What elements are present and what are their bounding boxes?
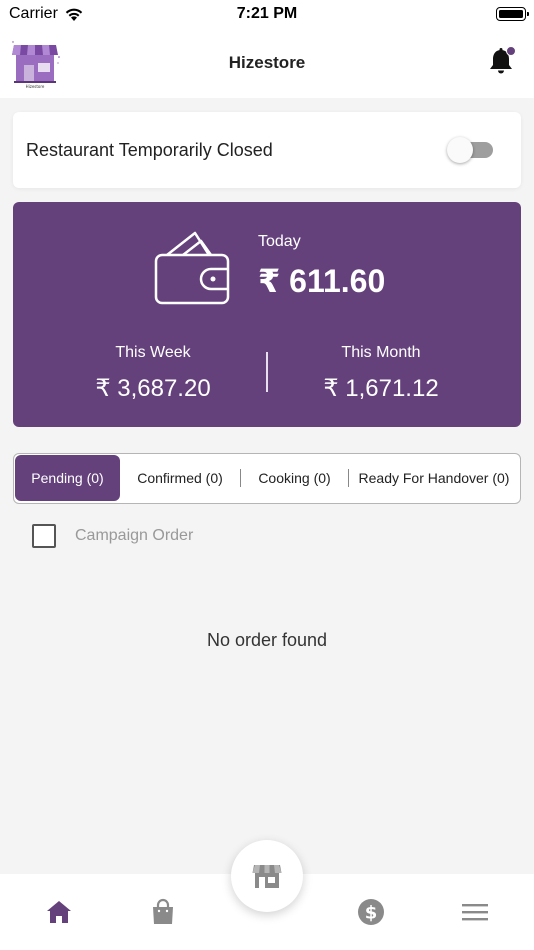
campaign-order-checkbox[interactable]: [32, 524, 56, 548]
menu-icon[interactable]: [461, 898, 489, 926]
store-fab-button[interactable]: [231, 840, 303, 912]
campaign-order-filter[interactable]: Campaign Order: [32, 524, 193, 548]
tab-pending[interactable]: Pending (0): [15, 455, 120, 501]
month-earnings-value: ₹ 1,671.12: [323, 375, 439, 402]
empty-state-message: No order found: [206, 630, 328, 650]
order-status-tabs: Pending (0) Confirmed (0) Cooking (0) Re…: [13, 453, 521, 504]
wallet-icon: [154, 231, 230, 305]
month-label: This Month: [341, 344, 421, 361]
tab-cooking[interactable]: Cooking (0): [241, 454, 348, 502]
temporarily-closed-toggle[interactable]: [447, 137, 493, 163]
tab-confirmed[interactable]: Confirmed (0): [120, 454, 240, 502]
toggle-thumb: [447, 137, 473, 163]
earnings-divider: [266, 352, 268, 392]
today-label: Today: [258, 233, 301, 250]
store-status-label: Restaurant Temporarily Closed: [26, 140, 273, 160]
store-icon: [252, 865, 282, 888]
week-earnings-value: ₹ 3,687.20: [95, 375, 211, 402]
tab-ready-for-handover[interactable]: Ready For Handover (0): [349, 454, 519, 502]
campaign-order-label: Campaign Order: [75, 527, 194, 544]
app-header: Hizestore Hizestore: [0, 30, 534, 98]
shopping-bag-icon[interactable]: [149, 898, 177, 926]
logo-caption: Hizestore: [26, 84, 45, 89]
status-bar: Carrier 7:21 PM: [0, 0, 534, 30]
earnings-card: Today ₹ 611.60 This Week ₹ 3,687.20 This…: [13, 202, 521, 427]
home-icon[interactable]: [45, 898, 73, 926]
notification-bell-icon[interactable]: [488, 46, 516, 76]
dollar-icon[interactable]: $: [357, 898, 385, 926]
status-time: 7:21 PM: [236, 5, 298, 22]
store-status-card: Restaurant Temporarily Closed: [13, 112, 521, 188]
page-title: Hizestore: [228, 53, 306, 72]
today-earnings-value: ₹ 611.60: [258, 263, 386, 299]
battery-icon: [496, 7, 529, 21]
week-label: This Week: [115, 344, 191, 361]
svg-text:$: $: [365, 903, 378, 924]
